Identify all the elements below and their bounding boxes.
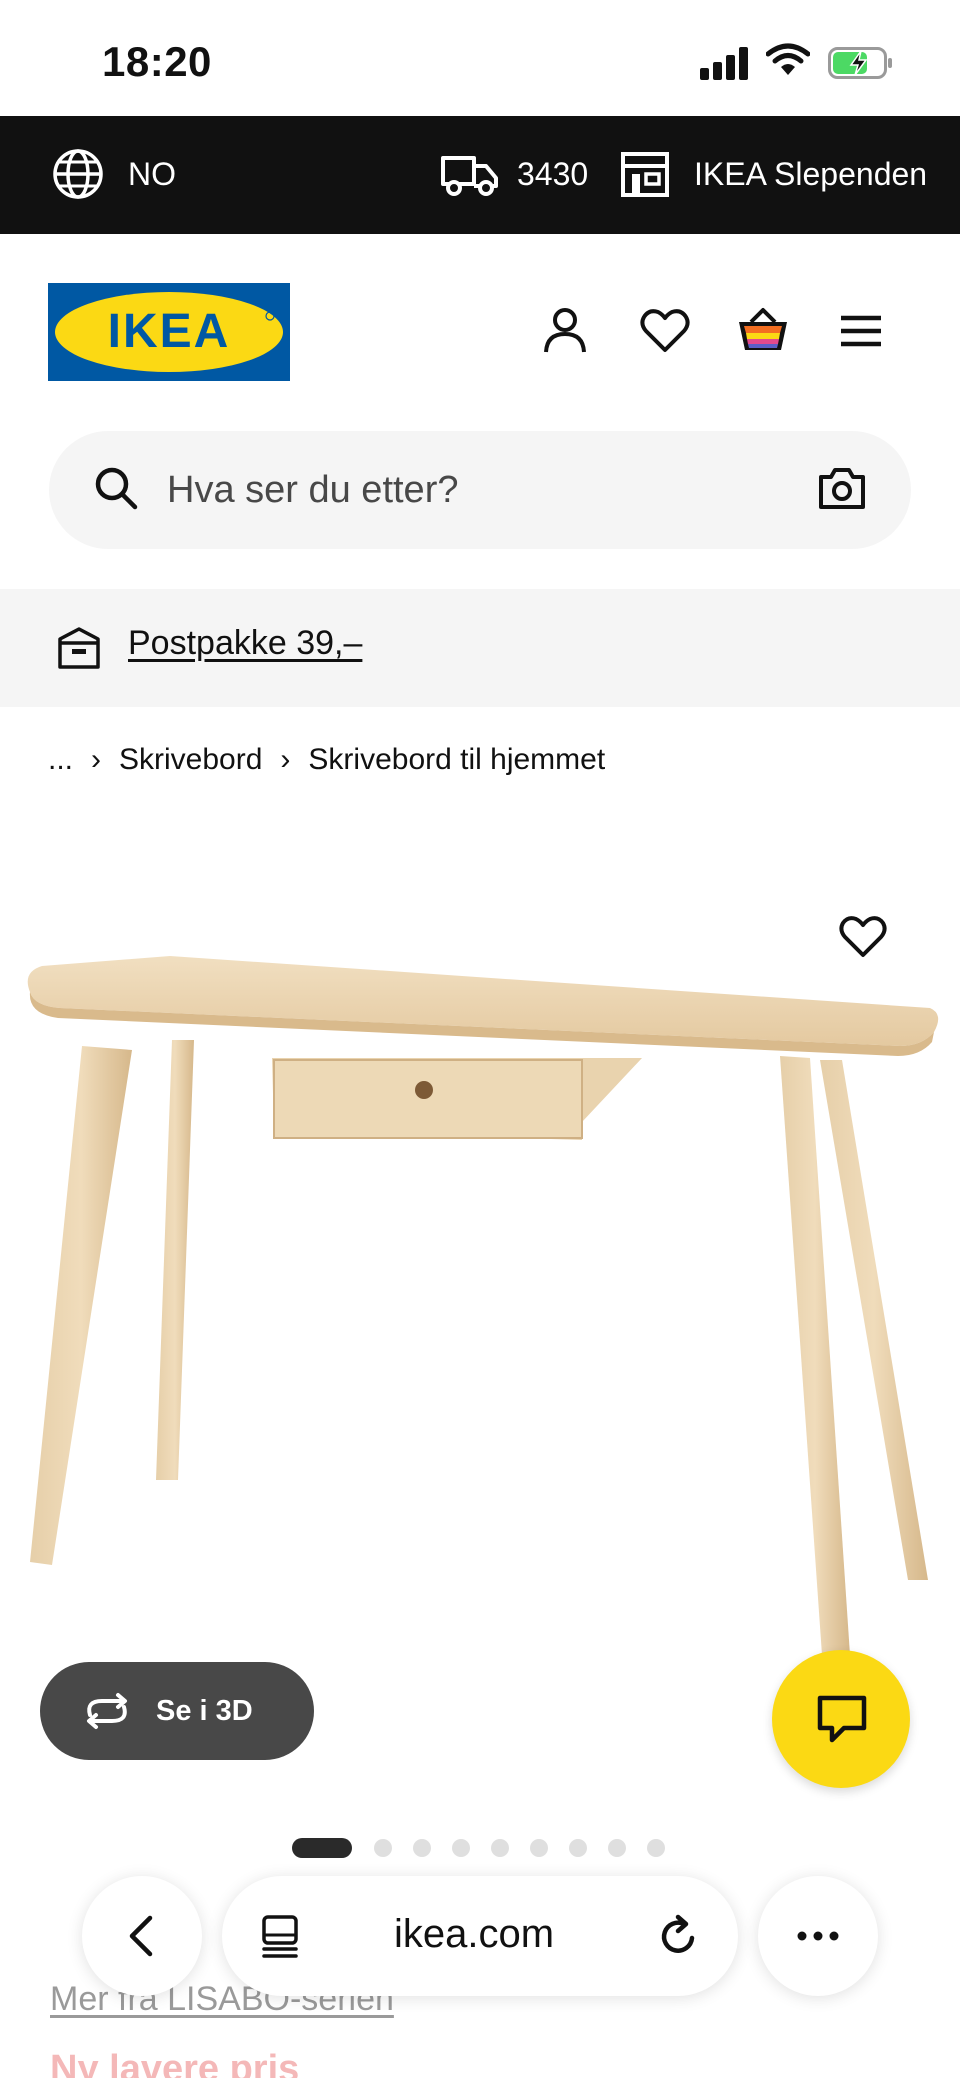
delivery-truck-icon[interactable] bbox=[440, 152, 500, 198]
shipping-promo-link[interactable]: Postpakke 39,– bbox=[128, 624, 362, 663]
more-horizontal-icon bbox=[797, 1931, 839, 1941]
chat-button[interactable] bbox=[772, 1650, 910, 1788]
tabs-icon[interactable] bbox=[258, 1914, 302, 1958]
carousel-dot[interactable] bbox=[413, 1839, 431, 1857]
chevron-left-icon bbox=[129, 1915, 153, 1957]
browser-back-button[interactable] bbox=[82, 1876, 202, 1996]
view-3d-button[interactable]: Se i 3D bbox=[40, 1662, 314, 1760]
store-info-strip: NO 3430 IKEA Slependen bbox=[0, 116, 960, 234]
image-carousel-dots bbox=[292, 1838, 686, 1858]
chevron-right-icon: › bbox=[280, 743, 291, 776]
breadcrumb-ellipsis[interactable]: ... bbox=[48, 743, 73, 777]
carousel-dot[interactable] bbox=[647, 1839, 665, 1857]
price-label: Ny lavere pris bbox=[50, 2048, 300, 2078]
battery-icon bbox=[828, 47, 892, 79]
carousel-dot[interactable] bbox=[292, 1838, 352, 1858]
carousel-dot[interactable] bbox=[491, 1839, 509, 1857]
browser-url: ikea.com bbox=[394, 1912, 555, 1956]
chat-bubble-icon bbox=[817, 1695, 867, 1743]
search-bar[interactable] bbox=[49, 431, 911, 549]
chevron-right-icon: › bbox=[91, 743, 102, 776]
view-3d-label: Se i 3D bbox=[156, 1694, 253, 1727]
search-icon[interactable] bbox=[93, 465, 139, 511]
browser-address-bar[interactable]: ikea.com bbox=[222, 1876, 738, 1996]
basket-icon[interactable] bbox=[736, 304, 790, 358]
menu-icon[interactable] bbox=[834, 304, 888, 358]
globe-icon[interactable] bbox=[52, 148, 104, 200]
parcel-icon bbox=[58, 627, 100, 669]
site-header: IKEA bbox=[0, 234, 960, 424]
selected-store[interactable]: IKEA Slependen bbox=[694, 156, 927, 193]
carousel-dot[interactable] bbox=[608, 1839, 626, 1857]
breadcrumb-item-home-desks[interactable]: Skrivebord til hjemmet bbox=[308, 743, 605, 777]
breadcrumb-item-desks[interactable]: Skrivebord bbox=[119, 743, 262, 777]
postal-code[interactable]: 3430 bbox=[517, 156, 588, 193]
browser-toolbar: ikea.com bbox=[0, 1860, 960, 2000]
carousel-dot[interactable] bbox=[374, 1839, 392, 1857]
heart-icon[interactable] bbox=[638, 304, 692, 358]
language-selector[interactable]: NO bbox=[128, 156, 176, 193]
status-bar: 18:20 bbox=[0, 0, 960, 116]
rotate-3d-icon bbox=[87, 1693, 127, 1729]
status-time: 18:20 bbox=[102, 38, 212, 85]
wifi-icon bbox=[766, 43, 810, 75]
shipping-promo: Postpakke 39,– bbox=[0, 589, 960, 707]
logo-text: IKEA bbox=[108, 305, 231, 358]
carousel-dot[interactable] bbox=[569, 1839, 587, 1857]
product-image[interactable] bbox=[0, 860, 960, 1680]
user-icon[interactable] bbox=[538, 304, 592, 358]
store-icon[interactable] bbox=[620, 150, 670, 198]
carousel-dot[interactable] bbox=[530, 1839, 548, 1857]
camera-icon[interactable] bbox=[817, 465, 867, 511]
ikea-logo[interactable]: IKEA bbox=[48, 283, 290, 381]
browser-more-button[interactable] bbox=[758, 1876, 878, 1996]
reload-icon[interactable] bbox=[654, 1912, 702, 1960]
signal-icon bbox=[700, 46, 750, 80]
search-input[interactable] bbox=[167, 459, 747, 521]
favorite-heart-icon[interactable] bbox=[838, 912, 888, 962]
breadcrumb: ... › Skrivebord › Skrivebord til hjemme… bbox=[48, 740, 605, 780]
carousel-dot[interactable] bbox=[452, 1839, 470, 1857]
